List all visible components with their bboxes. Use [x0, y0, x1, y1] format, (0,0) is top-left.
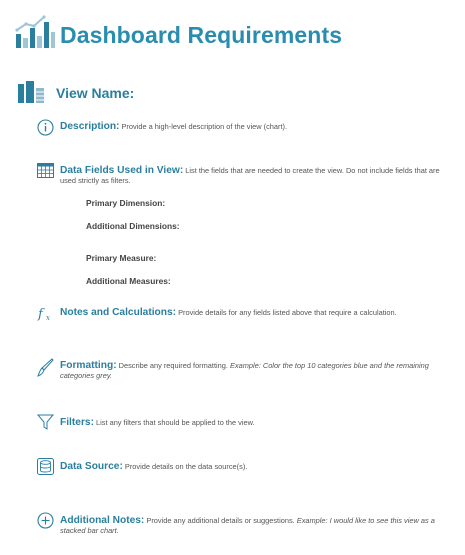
notes-section: Notes and Calculations: Provide details …: [60, 307, 455, 318]
additional-dimensions-label: Additional Dimensions:: [86, 221, 180, 231]
description-heading: Description:: [60, 121, 120, 132]
additional-measures-label: Additional Measures:: [86, 276, 171, 286]
view-bars-icon: [18, 81, 44, 103]
bar-chart-logo-icon: [15, 15, 55, 48]
formatting-heading: Formatting:: [60, 360, 117, 371]
filter-icon: [37, 414, 54, 430]
data-source-section: Data Source: Provide details on the data…: [60, 461, 455, 472]
data-source-text: Provide details on the data source(s).: [124, 462, 248, 471]
data-fields-section: Data Fields Used in View: List the field…: [60, 165, 455, 185]
formatting-text: Describe any required formatting.: [118, 361, 228, 370]
view-name-label: View Name:: [56, 85, 135, 101]
additional-notes-text: Provide any additional details or sugges…: [146, 516, 295, 525]
formatting-section: Formatting: Describe any required format…: [60, 360, 455, 380]
info-icon: [37, 119, 54, 136]
description-section: Description: Provide a high-level descri…: [60, 121, 455, 132]
filters-heading: Filters:: [60, 417, 94, 428]
data-fields-heading: Data Fields Used in View:: [60, 165, 184, 176]
primary-dimension-label: Primary Dimension:: [86, 198, 166, 208]
filters-text: List any filters that should be applied …: [96, 418, 255, 427]
function-icon: f x: [37, 307, 50, 322]
filters-section: Filters: List any filters that should be…: [60, 417, 455, 428]
notes-heading: Notes and Calculations:: [60, 307, 177, 318]
description-text: Provide a high-level description of the …: [121, 122, 288, 131]
page-title: Dashboard Requirements: [60, 22, 343, 48]
notes-text: Provide details for any fields listed ab…: [178, 308, 397, 317]
plus-circle-icon: [37, 512, 54, 529]
brush-icon: [37, 358, 54, 377]
additional-notes-heading: Additional Notes:: [60, 515, 145, 526]
primary-measure-label: Primary Measure:: [86, 253, 157, 263]
svg-text:x: x: [46, 314, 50, 322]
data-source-heading: Data Source:: [60, 461, 123, 472]
additional-notes-section: Additional Notes: Provide any additional…: [60, 515, 455, 535]
table-grid-icon: [37, 163, 54, 178]
svg-text:f: f: [37, 307, 45, 322]
database-icon: [37, 458, 54, 475]
